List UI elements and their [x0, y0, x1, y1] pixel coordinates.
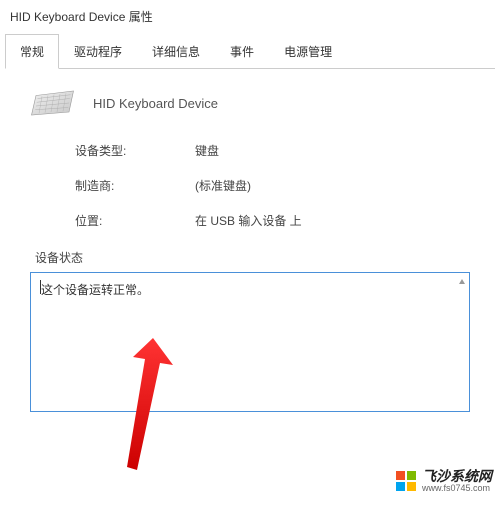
status-text: 这个设备运转正常。 [41, 283, 149, 297]
property-table: 设备类型: 键盘 制造商: (标准键盘) 位置: 在 USB 输入设备 上 [20, 142, 480, 229]
device-header: HID Keyboard Device [20, 84, 480, 142]
tab-details[interactable]: 详细信息 [137, 34, 215, 69]
watermark-text: 飞沙系统网 www.fs0745.com [422, 469, 492, 494]
watermark-logo-icon [394, 469, 418, 493]
status-textarea[interactable]: 这个设备运转正常。 [30, 272, 470, 412]
property-value-location: 在 USB 输入设备 上 [195, 212, 480, 229]
tab-content-general: HID Keyboard Device 设备类型: 键盘 制造商: (标准键盘)… [0, 69, 500, 427]
property-row-manufacturer: 制造商: (标准键盘) [75, 177, 480, 194]
watermark-title: 飞沙系统网 [422, 469, 492, 484]
property-label-type: 设备类型: [75, 142, 195, 159]
tab-driver[interactable]: 驱动程序 [59, 34, 137, 69]
text-cursor [40, 280, 41, 294]
property-label-manufacturer: 制造商: [75, 177, 195, 194]
tab-power[interactable]: 电源管理 [269, 34, 347, 69]
status-label: 设备状态 [30, 249, 470, 266]
property-label-location: 位置: [75, 212, 195, 229]
property-row-type: 设备类型: 键盘 [75, 142, 480, 159]
status-section: 设备状态 这个设备运转正常。 [20, 249, 480, 412]
watermark-url: www.fs0745.com [422, 484, 492, 494]
window-title: HID Keyboard Device 属性 [0, 0, 500, 33]
device-name: HID Keyboard Device [93, 96, 218, 111]
tab-events[interactable]: 事件 [215, 34, 269, 69]
watermark: 飞沙系统网 www.fs0745.com [394, 469, 492, 494]
scrollbar-up-icon[interactable] [457, 277, 467, 287]
property-value-type: 键盘 [195, 142, 480, 159]
tab-bar: 常规 驱动程序 详细信息 事件 电源管理 [5, 33, 495, 69]
tab-general[interactable]: 常规 [5, 34, 59, 69]
keyboard-icon [30, 89, 75, 117]
property-value-manufacturer: (标准键盘) [195, 177, 480, 194]
property-row-location: 位置: 在 USB 输入设备 上 [75, 212, 480, 229]
